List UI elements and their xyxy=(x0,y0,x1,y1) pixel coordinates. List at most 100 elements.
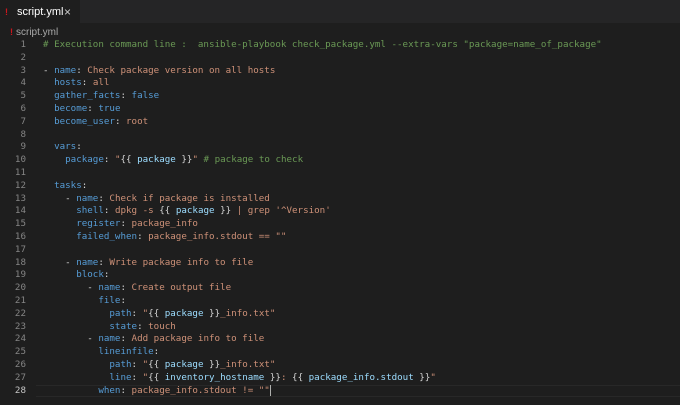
code-token: {{ xyxy=(148,371,160,383)
text-cursor xyxy=(269,384,271,396)
code-token: gather_facts xyxy=(54,90,121,102)
line-number: 27 xyxy=(14,371,26,383)
line-number: 22 xyxy=(14,307,26,319)
line-number: 19 xyxy=(14,269,26,281)
code-token: line xyxy=(109,371,132,383)
code-line[interactable]: 20 - name: Create output file xyxy=(0,282,680,295)
code-line[interactable]: 24 - name: Add package info to file xyxy=(0,333,680,346)
line-number: 20 xyxy=(14,282,26,294)
line-number: 8 xyxy=(20,128,26,140)
code-token: # Execution command line : ansible-playb… xyxy=(43,39,602,50)
code-line[interactable]: 15 register: package_info xyxy=(0,218,680,231)
tab-bar: ! script.yml × xyxy=(0,0,680,24)
code-line[interactable]: 7 become_user: root xyxy=(0,116,680,129)
code-token: name xyxy=(98,333,121,345)
code-token: : xyxy=(120,333,132,345)
code-token: : xyxy=(120,294,127,306)
code-token: true xyxy=(98,102,121,114)
code-text: file: xyxy=(43,295,126,308)
code-text: - name: Write package info to file xyxy=(43,257,253,270)
code-line[interactable]: 25 lineinfile: xyxy=(0,346,680,359)
code-token: when xyxy=(98,384,121,396)
line-number: 11 xyxy=(14,166,26,178)
code-token: become xyxy=(54,102,88,114)
code-line[interactable]: 4 hosts: all xyxy=(0,77,680,90)
code-token: : xyxy=(280,371,293,383)
code-line[interactable]: 5 gather_facts: false xyxy=(0,90,680,103)
code-text: gather_facts: false xyxy=(43,90,159,103)
code-text: failed_when: package_info.stdout == "" xyxy=(43,231,286,244)
line-number: 4 xyxy=(20,77,26,89)
code-line[interactable]: 23 state: touch xyxy=(0,321,680,334)
code-line[interactable]: 18 - name: Write package info to file xyxy=(0,257,680,270)
code-line[interactable]: 3 - name: Check package version on all ho… xyxy=(0,65,680,78)
code-text: - name: Check package version on all hos… xyxy=(43,65,275,78)
code-token: state xyxy=(109,320,138,332)
code-token: : xyxy=(120,218,132,230)
yaml-file-icon: ! xyxy=(10,27,13,37)
code-token: package_info.stdout == "" xyxy=(148,230,287,242)
code-token: {{ xyxy=(292,371,304,383)
code-line[interactable]: 21 file: xyxy=(0,295,680,308)
line-number: 12 xyxy=(14,179,26,191)
code-token: }} xyxy=(181,154,193,166)
code-line[interactable]: 11 xyxy=(0,167,680,180)
code-line[interactable]: 1 # Execution command line : ansible-play… xyxy=(0,39,680,52)
code-token: - xyxy=(43,256,77,268)
code-token: package xyxy=(131,154,182,166)
code-token: Check package version on all hosts xyxy=(87,64,276,76)
code-line[interactable]: 2 xyxy=(0,52,680,65)
code-token: : xyxy=(131,371,143,383)
code-token: : xyxy=(137,230,149,242)
line-number: 16 xyxy=(14,230,26,242)
line-number: 2 xyxy=(20,51,26,63)
line-number: 18 xyxy=(14,256,26,268)
line-number: 26 xyxy=(14,358,26,370)
code-token: - xyxy=(43,64,55,76)
code-line[interactable]: 8 xyxy=(0,129,680,142)
code-token: dpkg -s xyxy=(114,205,160,217)
code-token: tasks xyxy=(54,179,82,191)
code-text: vars: xyxy=(43,141,82,154)
code-token: package xyxy=(65,154,104,166)
code-token: : xyxy=(153,346,160,358)
code-line[interactable]: 28 when: package_info.stdout != "" xyxy=(0,384,680,398)
code-token: all xyxy=(92,77,110,89)
code-token: package xyxy=(159,358,210,370)
code-text: hosts: all xyxy=(43,77,109,90)
line-number: 28 xyxy=(14,384,26,396)
code-token: }} xyxy=(209,358,221,370)
code-line[interactable]: 27 line: " {{ inventory_hostname }}: {{ p… xyxy=(0,372,680,385)
code-line[interactable]: 16 failed_when: package_info.stdout == "… xyxy=(0,231,680,244)
code-line[interactable]: 9 vars: xyxy=(0,141,680,154)
code-line[interactable]: 14 shell: dpkg -s {{ package }} | grep '… xyxy=(0,205,680,218)
code-token: {{ xyxy=(148,307,160,319)
code-line[interactable]: 17 xyxy=(0,244,680,257)
code-editor[interactable]: 1 # Execution command line : ansible-play… xyxy=(0,39,680,398)
tab-script-yml[interactable]: ! script.yml × xyxy=(0,0,80,23)
breadcrumb-item-file[interactable]: script.yml xyxy=(16,27,58,38)
code-line[interactable]: 13 - name: Check if package is installed xyxy=(0,193,680,206)
code-token: : xyxy=(103,154,115,166)
code-token: : xyxy=(120,384,132,396)
code-text: lineinfile: xyxy=(43,346,159,359)
code-line[interactable]: 10 package: "{{ package }}" # package to… xyxy=(0,154,680,167)
code-line[interactable]: 19 block: xyxy=(0,269,680,282)
close-icon[interactable]: × xyxy=(64,5,71,19)
code-text: become: true xyxy=(43,102,121,116)
code-token: - xyxy=(43,282,99,294)
code-text: package: "{{ package }}" # package to ch… xyxy=(43,154,303,167)
code-text: - name: Check if package is installed xyxy=(43,193,270,206)
code-line[interactable]: 22 path: "{{ package }}_info.txt" xyxy=(0,308,680,321)
code-line[interactable]: 6 become: true xyxy=(0,103,680,116)
code-token: {{ xyxy=(159,205,171,217)
code-token: package_info xyxy=(131,218,198,230)
code-line[interactable]: 26 path: "{{ package }}_info.txt" xyxy=(0,359,680,372)
code-token: package_info.stdout xyxy=(303,371,420,383)
code-line[interactable]: 12 tasks: xyxy=(0,180,680,193)
